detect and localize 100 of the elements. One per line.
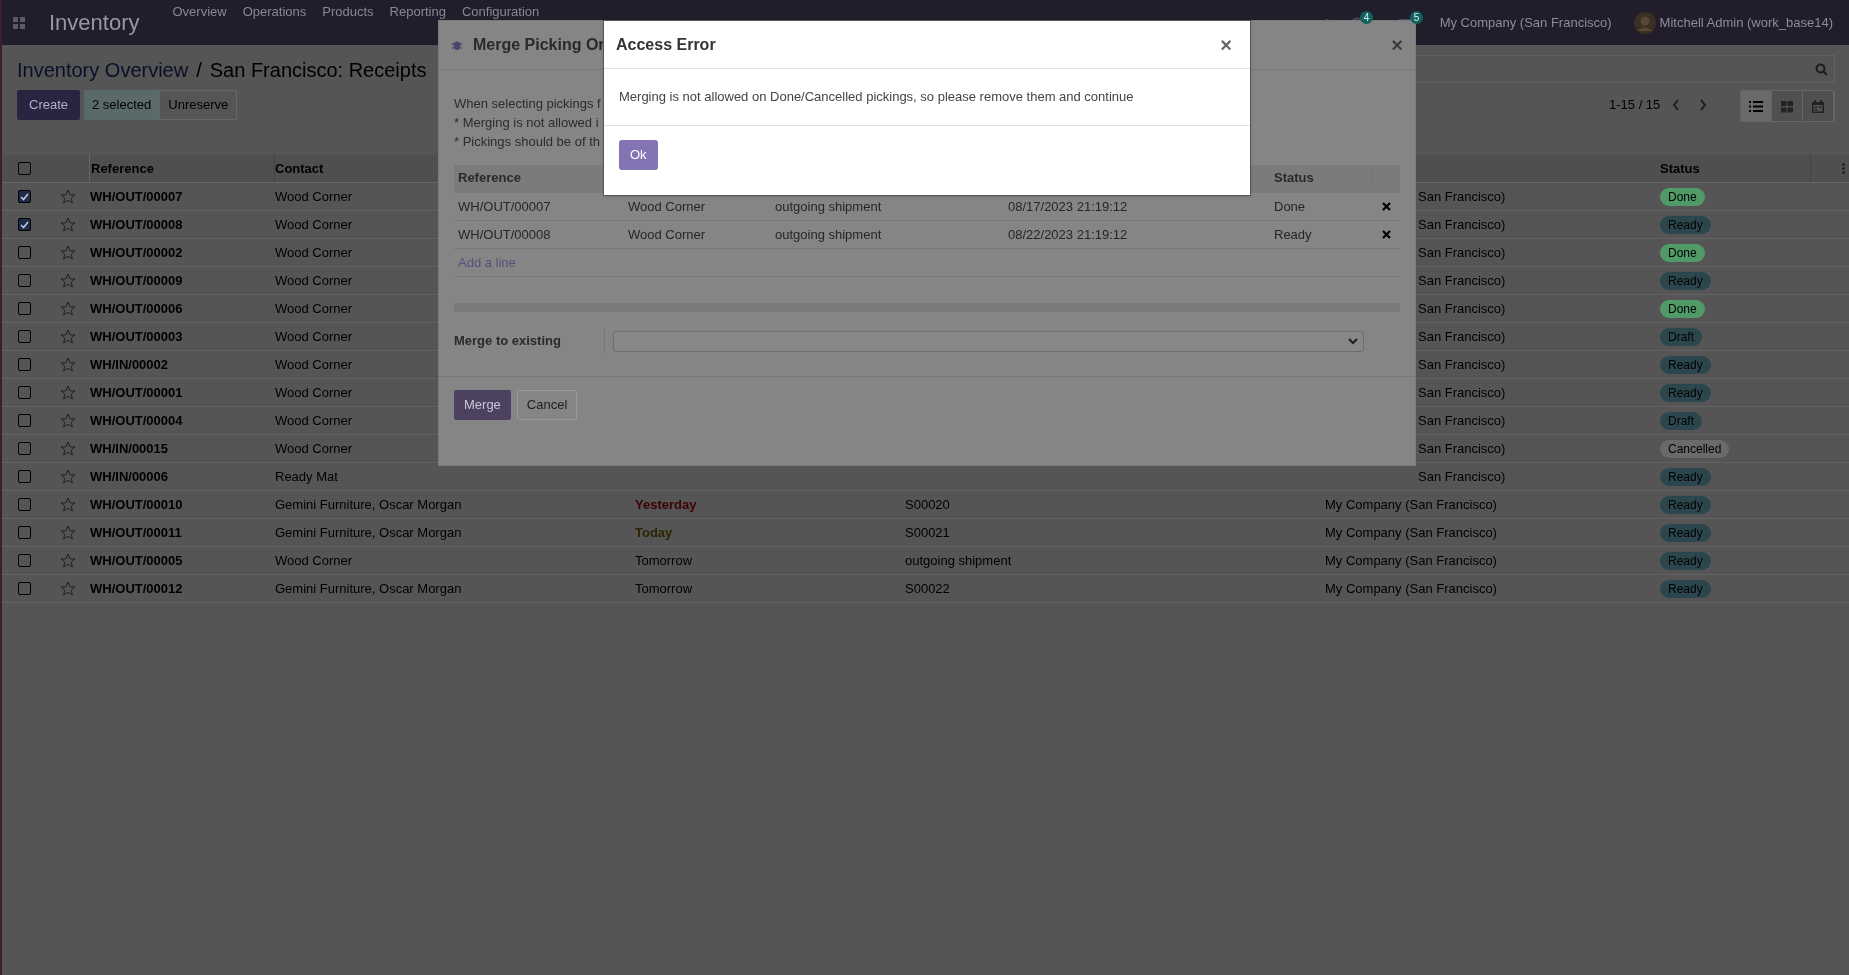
- scheduled-date-cell: Yesterday: [635, 496, 697, 512]
- view-switch-button[interactable]: [1803, 91, 1834, 121]
- create-button[interactable]: Create: [17, 90, 81, 120]
- star-icon[interactable]: [60, 329, 76, 344]
- calendar-icon: [1811, 99, 1825, 113]
- ok-button[interactable]: Ok: [619, 140, 658, 170]
- date-cell: 08/17/2023 21:19:12: [1008, 198, 1128, 214]
- menu-item[interactable]: Configuration: [461, 5, 540, 19]
- breadcrumb-separator: /: [196, 58, 202, 83]
- column-header[interactable]: Reference: [458, 170, 521, 186]
- row-checkbox[interactable]: [17, 274, 31, 287]
- company-cell: San Francisco): [1418, 244, 1506, 260]
- star-icon[interactable]: [60, 357, 76, 372]
- cancel-button[interactable]: Cancel: [516, 390, 578, 420]
- column-header[interactable]: Reference: [91, 158, 154, 179]
- row-checkbox[interactable]: [17, 582, 31, 595]
- row-checkbox[interactable]: [17, 526, 31, 539]
- star-icon[interactable]: [60, 189, 76, 204]
- menu-item[interactable]: Products: [322, 5, 374, 19]
- status-badge: Done: [1660, 299, 1705, 318]
- star-icon[interactable]: [60, 245, 76, 260]
- source-document-cell: S00022: [905, 580, 950, 596]
- contact-cell: Gemini Furniture, Oscar Morgan: [275, 524, 462, 540]
- merge-button[interactable]: Merge: [454, 390, 511, 420]
- menu-item[interactable]: Reporting: [389, 5, 446, 19]
- column-header[interactable]: Status: [1274, 168, 1314, 188]
- company-cell: My Company (San Francisco): [1325, 552, 1497, 568]
- star-icon[interactable]: [60, 469, 76, 484]
- company-cell: My Company (San Francisco): [1325, 580, 1497, 596]
- close-button[interactable]: ×: [1391, 30, 1403, 60]
- user-avatar[interactable]: [1633, 11, 1656, 34]
- delete-icon[interactable]: [1381, 202, 1391, 211]
- source-cell: outgoing shipment: [775, 226, 882, 242]
- activity-count-badge: 4: [1359, 10, 1374, 24]
- menu-item[interactable]: Operations: [242, 5, 307, 19]
- breadcrumb-current: San Francisco: Receipts: [209, 58, 427, 83]
- breadcrumb-link[interactable]: Inventory Overview: [17, 55, 189, 85]
- column-header[interactable]: Contact: [275, 158, 324, 179]
- row-checkbox[interactable]: [17, 414, 31, 427]
- row-checkbox[interactable]: [17, 302, 31, 315]
- star-icon[interactable]: [60, 273, 76, 288]
- star-icon[interactable]: [60, 385, 76, 400]
- star-icon[interactable]: [60, 413, 76, 428]
- reference-cell: WH/OUT/00004: [90, 412, 183, 428]
- status-cell: Ready: [1274, 226, 1312, 242]
- column-header[interactable]: Status: [1660, 158, 1700, 179]
- select-all-checkbox[interactable]: [17, 162, 31, 175]
- app-grid-icon[interactable]: [13, 16, 25, 29]
- row-checkbox[interactable]: [17, 190, 31, 203]
- company-switcher[interactable]: My Company (San Francisco): [1439, 12, 1612, 33]
- row-checkbox[interactable]: [17, 358, 31, 371]
- scheduled-date-cell: Tomorrow: [635, 552, 693, 568]
- next-icon[interactable]: [1699, 99, 1708, 111]
- merge-target-select[interactable]: [613, 330, 1364, 352]
- star-icon[interactable]: [60, 441, 76, 456]
- user-menu[interactable]: Mitchell Admin (work_base14): [1659, 12, 1833, 33]
- star-icon[interactable]: [60, 301, 76, 316]
- reference-cell: WH/IN/00015: [90, 440, 169, 456]
- company-cell: San Francisco): [1418, 356, 1506, 372]
- contact-cell: Gemini Furniture, Oscar Morgan: [275, 496, 462, 512]
- star-icon[interactable]: [60, 581, 76, 596]
- view-switch-button[interactable]: [1741, 91, 1772, 121]
- message-count-badge: 5: [1409, 10, 1424, 24]
- status-badge: Ready: [1660, 383, 1711, 402]
- previous-icon[interactable]: [1672, 99, 1681, 111]
- contact-cell: Wood Corner: [275, 188, 353, 204]
- row-checkbox[interactable]: [17, 554, 31, 567]
- reference-cell: WH/OUT/00010: [90, 496, 183, 512]
- star-icon[interactable]: [60, 497, 76, 512]
- source-document-cell: outgoing shipment: [905, 552, 1012, 568]
- close-button[interactable]: ×: [1220, 29, 1238, 60]
- view-switch-button[interactable]: [1772, 91, 1803, 121]
- unreserve-button[interactable]: Unreserve: [159, 90, 238, 120]
- row-checkbox[interactable]: [17, 470, 31, 483]
- row-checkbox[interactable]: [17, 246, 31, 259]
- row-checkbox[interactable]: [17, 442, 31, 455]
- row-checkbox[interactable]: [17, 218, 31, 231]
- contact-cell: Wood Corner: [275, 328, 353, 344]
- instruction-text: * Pickings should be of th: [454, 134, 600, 149]
- status-badge: Ready: [1660, 495, 1711, 514]
- row-checkbox[interactable]: [17, 386, 31, 399]
- reference-cell: WH/OUT/00007: [458, 198, 551, 214]
- star-icon[interactable]: [60, 553, 76, 568]
- menu-item[interactable]: Overview: [172, 5, 227, 19]
- search-icon[interactable]: [1815, 62, 1828, 76]
- status-badge: Ready: [1660, 579, 1711, 598]
- app-name[interactable]: Inventory: [49, 6, 140, 39]
- row-checkbox[interactable]: [17, 330, 31, 343]
- scheduled-date-cell: Today: [635, 524, 673, 540]
- star-icon[interactable]: [60, 525, 76, 540]
- reference-cell: WH/OUT/00002: [90, 244, 183, 260]
- status-badge: Ready: [1660, 467, 1711, 486]
- contact-cell: Wood Corner: [275, 272, 353, 288]
- more-options-icon[interactable]: [1842, 163, 1845, 174]
- row-checkbox[interactable]: [17, 498, 31, 511]
- reference-cell: WH/OUT/00006: [90, 300, 183, 316]
- pager-value[interactable]: 1-15 / 15: [1609, 95, 1661, 115]
- delete-icon[interactable]: [1381, 230, 1391, 239]
- star-icon[interactable]: [60, 217, 76, 232]
- status-badge: Done: [1660, 187, 1705, 206]
